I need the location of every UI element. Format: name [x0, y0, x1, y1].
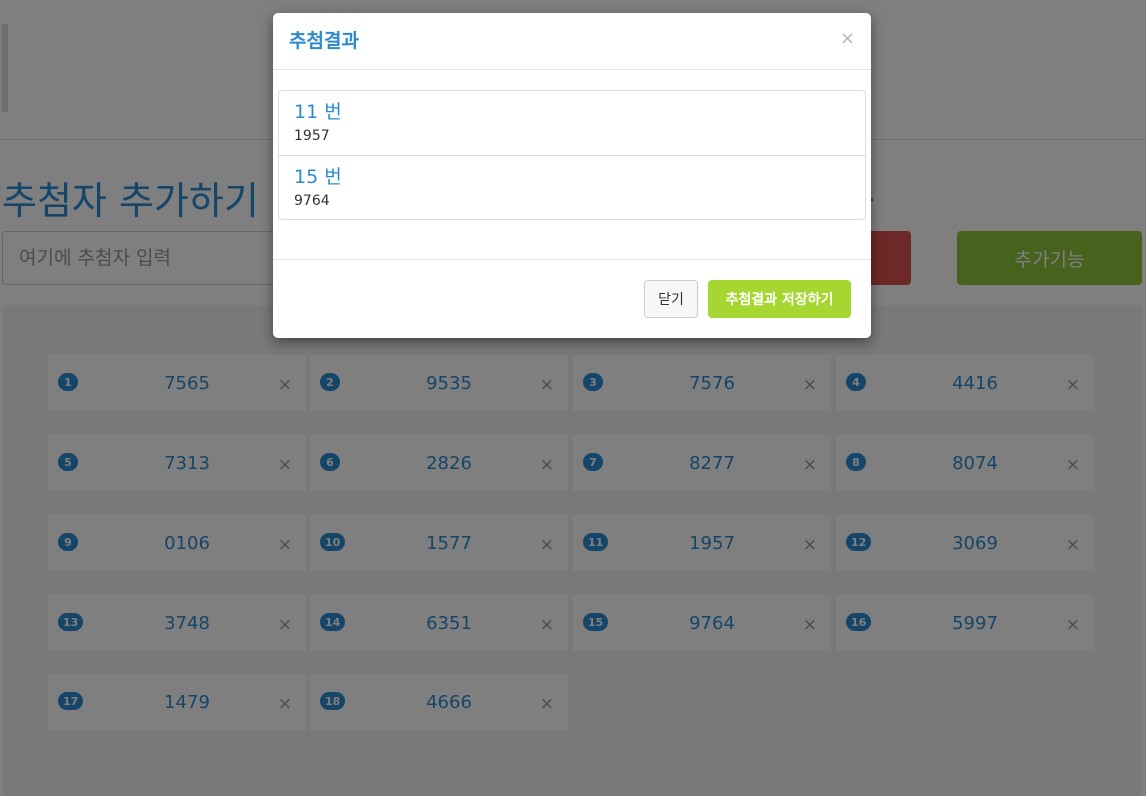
result-item: 15 번 9764 [279, 155, 865, 219]
result-value: 9764 [294, 193, 330, 209]
modal-header: 추첨결과 × [273, 13, 871, 70]
close-icon[interactable]: × [840, 29, 855, 49]
modal-footer: 닫기 추첨결과 저장하기 [273, 259, 871, 338]
save-results-button[interactable]: 추첨결과 저장하기 [708, 280, 851, 318]
close-button[interactable]: 닫기 [644, 280, 698, 318]
result-item: 11 번 1957 [279, 91, 865, 155]
result-number: 11 번 [294, 101, 342, 123]
result-value: 1957 [294, 128, 330, 144]
modal-title: 추첨결과 [289, 30, 359, 52]
result-number: 15 번 [294, 166, 342, 188]
result-list: 11 번 1957 15 번 9764 [278, 90, 866, 220]
draw-result-modal: 추첨결과 × 11 번 1957 15 번 9764 닫기 추첨결과 저장하기 [273, 13, 871, 338]
